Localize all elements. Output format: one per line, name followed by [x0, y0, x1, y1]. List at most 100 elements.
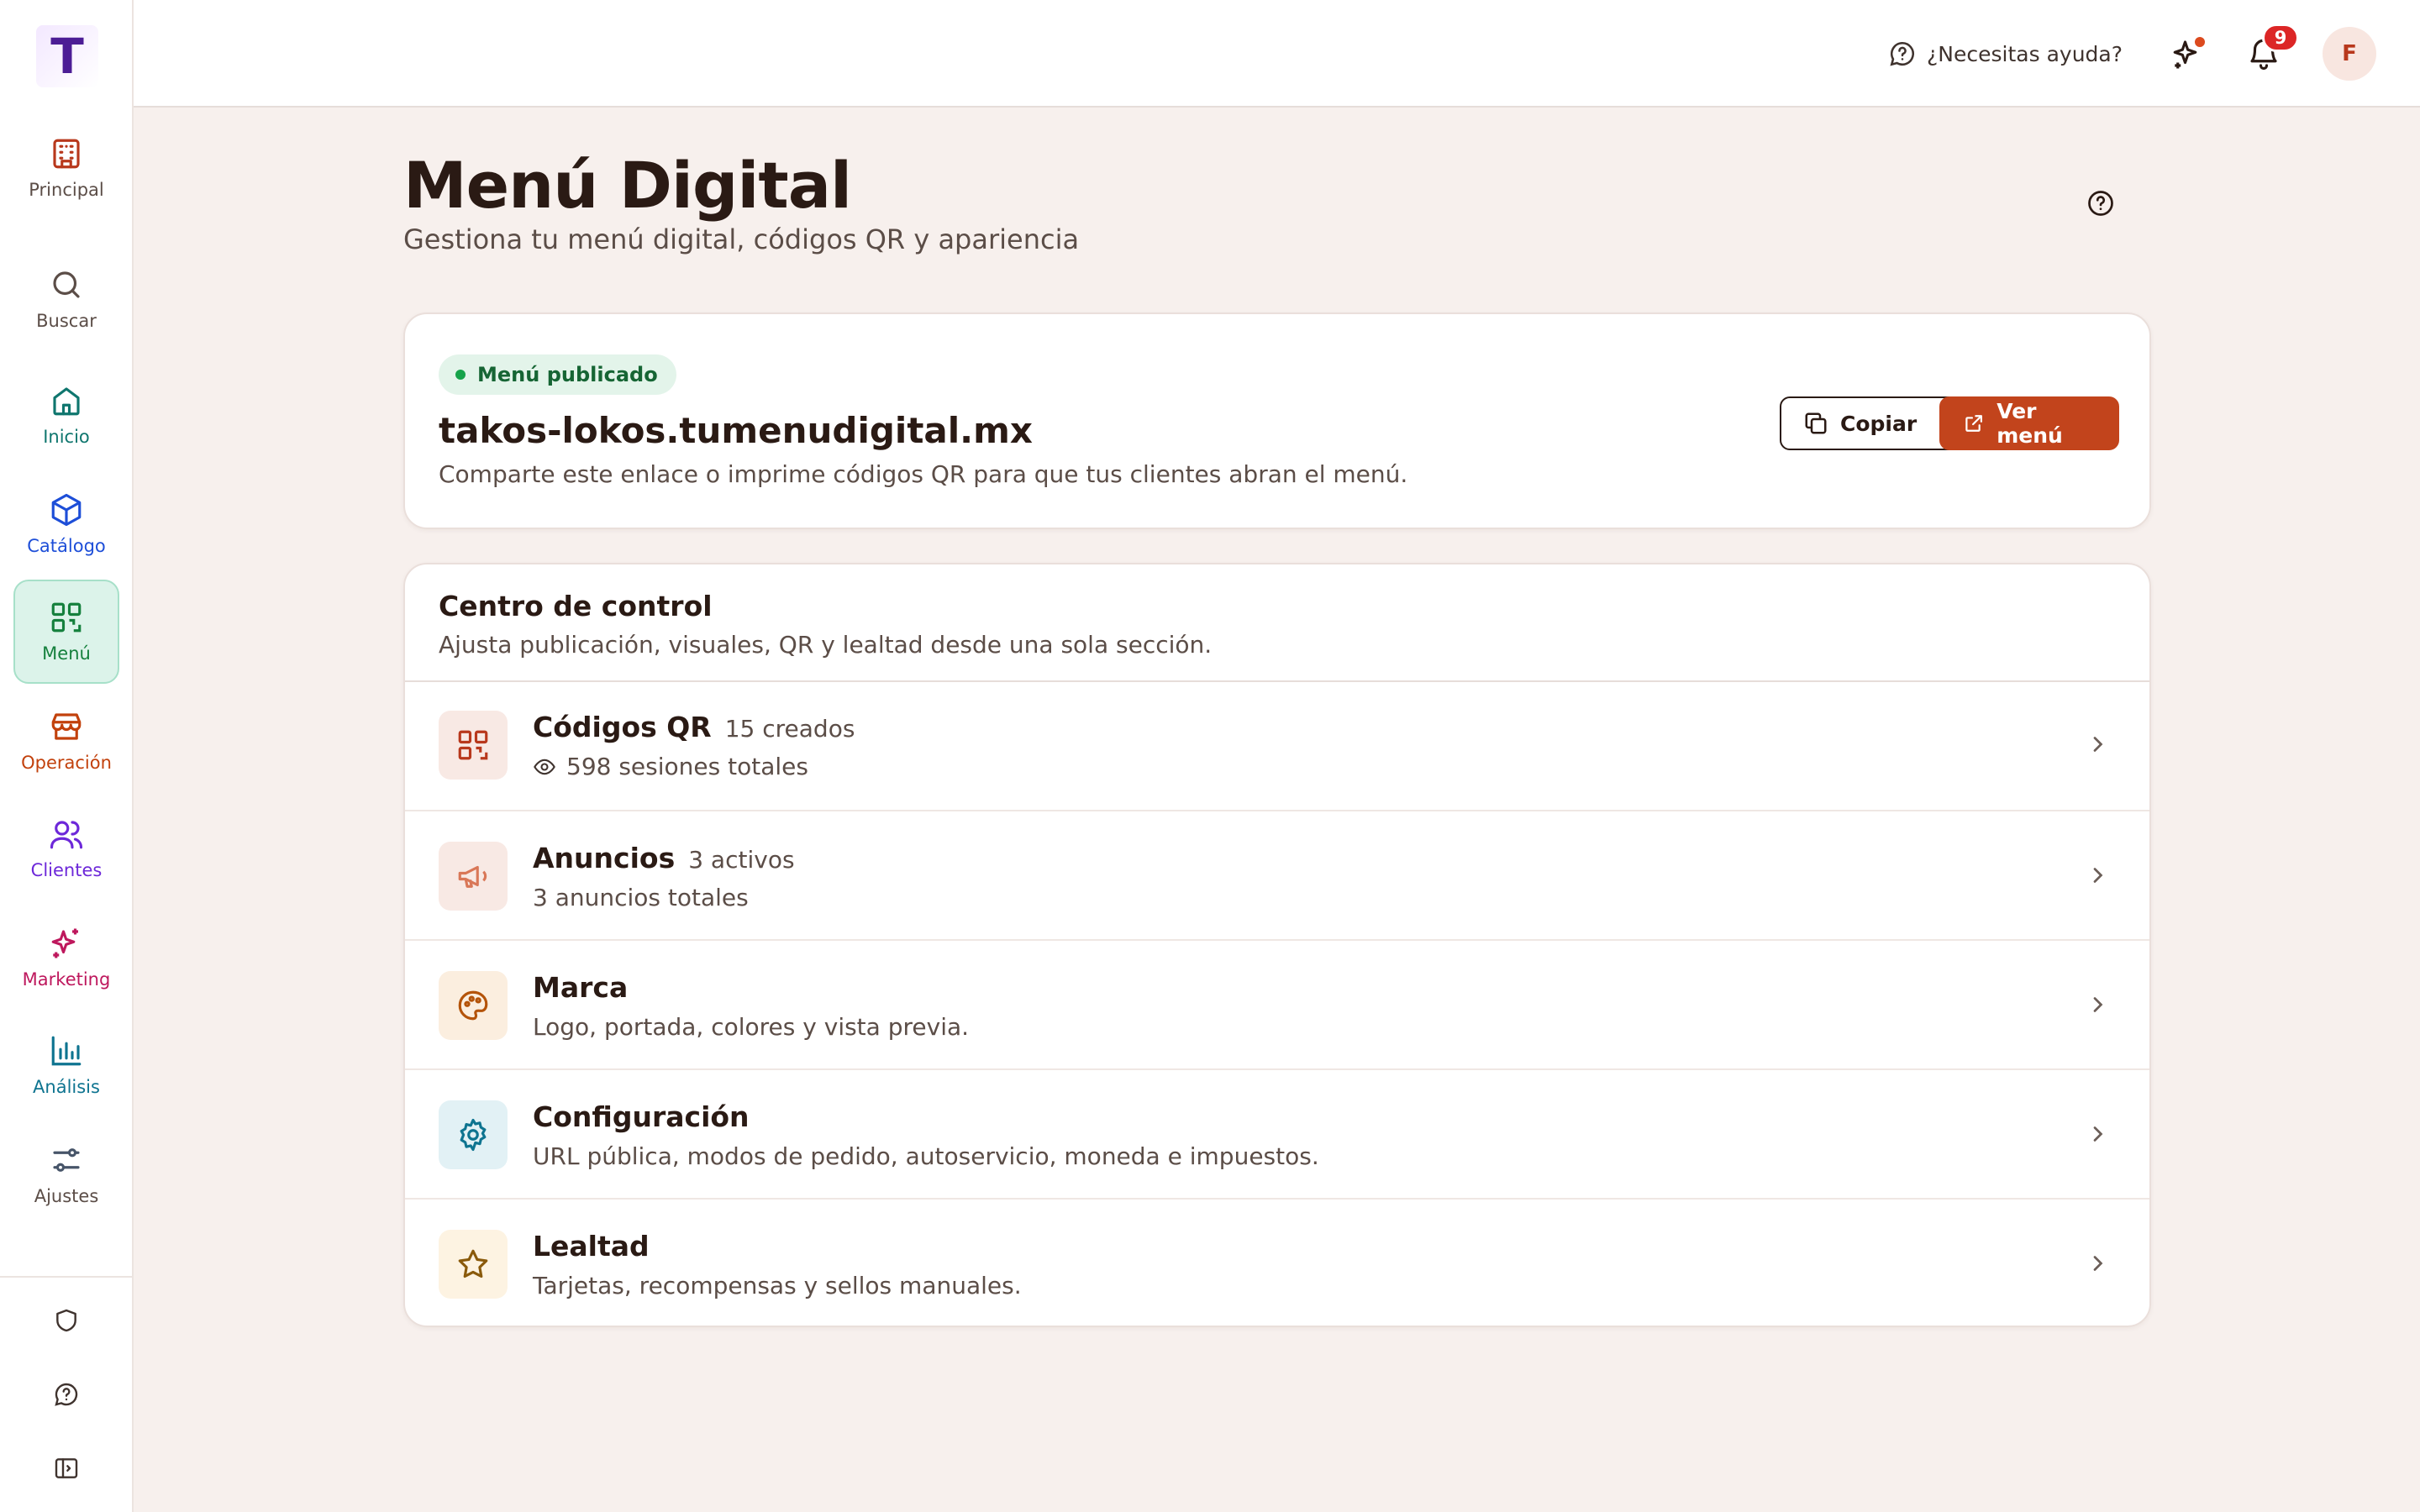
chevron-right-icon [2082, 860, 2112, 890]
box-icon [51, 493, 82, 527]
copy-icon [1805, 412, 1827, 434]
sidebar-item-label: Buscar [36, 311, 97, 331]
top-bar: ¿Necesitas ayuda? 9 F [134, 0, 2420, 108]
row-subtitle-text: Logo, portada, colores y vista previa. [533, 1013, 970, 1041]
published-menu-card: Menú publicado takos-lokos.tumenudigital… [403, 312, 2151, 529]
row-subtitle-text: URL pública, modos de pedido, autoservic… [533, 1142, 1319, 1170]
help-label: ¿Necesitas ayuda? [1927, 41, 2123, 66]
status-dot [455, 370, 466, 380]
question-circle-icon [2088, 191, 2113, 216]
menu-url-description: Comparte este enlace o imprime códigos Q… [439, 460, 1408, 488]
sidebar-item-label: Menú [42, 643, 91, 664]
security-button[interactable] [45, 1299, 87, 1341]
sidebar-item-operacion[interactable]: Operación [13, 689, 119, 793]
control-row-loyalty[interactable]: Lealtad Tarjetas, recompensas y sellos m… [405, 1198, 2149, 1326]
row-title-line: Configuración [533, 1100, 750, 1133]
store-icon [51, 713, 82, 740]
support-button[interactable] [45, 1373, 87, 1415]
menu-url: takos-lokos.tumenudigital.mx [439, 410, 1033, 451]
row-title-line: Códigos QR 15 creados [533, 711, 855, 743]
new-indicator-dot [2193, 35, 2207, 49]
control-center-title: Centro de control [439, 590, 713, 622]
control-row-announcements[interactable]: Anuncios 3 activos 3 anuncios totales [405, 810, 2149, 939]
page-subtitle: Gestiona tu menú digital, códigos QR y a… [403, 223, 1080, 255]
status-badge: Menú publicado [439, 354, 676, 395]
sidebar-item-inicio[interactable]: Inicio [13, 363, 119, 467]
star-icon [458, 1249, 488, 1278]
collapse-sidebar-icon [55, 1458, 78, 1478]
sidebar-item-menu[interactable]: Menú [13, 580, 119, 684]
row-title: Códigos QR [533, 711, 712, 743]
sidebar-item-label: Clientes [30, 860, 103, 880]
row-title-line: Marca [533, 971, 628, 1004]
control-row-qr-codes[interactable]: Códigos QR 15 creados 598 sesiones total… [405, 680, 2149, 810]
gear-icon [460, 1118, 487, 1152]
row-subtitle-text: 598 sesiones totales [566, 753, 808, 780]
row-subtitle: 3 anuncios totales [533, 884, 749, 911]
sidebar-item-label: Catálogo [27, 536, 106, 556]
building-icon [53, 139, 80, 169]
sidebar-item-marketing[interactable]: Marketing [13, 906, 119, 1010]
row-title: Configuración [533, 1100, 750, 1133]
sidebar-item-label: Ajustes [34, 1186, 99, 1206]
collapse-sidebar-button[interactable] [45, 1447, 87, 1489]
row-subtitle: 598 sesiones totales [533, 753, 808, 780]
external-link-icon [1965, 415, 1982, 432]
row-title-line: Anuncios 3 activos [533, 842, 795, 874]
chevron-right-icon [2082, 729, 2112, 759]
sidebar-item-buscar[interactable]: Buscar [13, 247, 119, 351]
control-center-header: Centro de control Ajusta publicación, vi… [439, 590, 1212, 659]
row-icon-box [439, 842, 508, 911]
copy-button-label: Copiar [1840, 411, 1918, 436]
view-menu-button[interactable]: Ver menú [1939, 396, 2119, 450]
notifications-button[interactable]: 9 [2242, 24, 2299, 76]
row-title: Anuncios [533, 842, 676, 874]
help-chat-icon [55, 1383, 78, 1406]
help-chat-icon [1890, 41, 1915, 66]
row-title: Lealtad [533, 1230, 650, 1263]
sidebar-item-clientes[interactable]: Clientes [13, 796, 119, 900]
row-subtitle: Logo, portada, colores y vista previa. [533, 1013, 969, 1041]
sidebar-item-analisis[interactable]: Análisis [13, 1013, 119, 1117]
control-row-settings[interactable]: Configuración URL pública, modos de pedi… [405, 1068, 2149, 1198]
row-icon-box [439, 971, 508, 1040]
eye-icon [534, 759, 555, 774]
search-icon [53, 271, 80, 298]
chevron-right-icon [2082, 1119, 2112, 1149]
row-icon-box [439, 1100, 508, 1169]
row-title-line: Lealtad [533, 1230, 650, 1263]
control-row-brand[interactable]: Marca Logo, portada, colores y vista pre… [405, 939, 2149, 1068]
row-meta: 15 creados [724, 715, 855, 743]
row-subtitle-text: 3 anuncios totales [533, 884, 749, 911]
palette-icon [458, 990, 488, 1021]
sidebar-item-ajustes[interactable]: Ajustes [13, 1122, 119, 1226]
chevron-right-icon [2082, 1248, 2112, 1278]
control-center-subtitle: Ajusta publicación, visuales, QR y lealt… [439, 631, 1213, 659]
sidebar-item-principal[interactable]: Principal [13, 116, 119, 220]
help-link[interactable]: ¿Necesitas ayuda? [1888, 35, 2123, 72]
row-subtitle: Tarjetas, recompensas y sellos manuales. [533, 1272, 1022, 1299]
page-help-button[interactable] [2086, 188, 2119, 222]
users-icon [50, 821, 83, 849]
row-meta: 3 activos [688, 846, 795, 874]
row-subtitle: URL pública, modos de pedido, autoservic… [533, 1142, 1319, 1170]
qr-code-icon [51, 602, 82, 633]
user-avatar[interactable]: F [2323, 27, 2376, 81]
sidebar-item-label: Operación [21, 753, 112, 773]
home-icon [53, 387, 80, 416]
sidebar-item-catalogo[interactable]: Catálogo [13, 472, 119, 576]
qr-code-icon [458, 730, 488, 760]
control-center-card: Centro de control Ajusta publicación, vi… [403, 563, 2151, 1327]
row-icon-box [439, 1230, 508, 1299]
ai-assistant-button[interactable] [2166, 32, 2210, 76]
bar-chart-icon [51, 1036, 82, 1066]
page-title: Menú Digital [403, 148, 852, 223]
view-button-label: Ver menú [1996, 399, 2063, 448]
notification-count-badge: 9 [2262, 24, 2299, 52]
sidebar: T Principal Buscar Inicio Catálogo Menú … [0, 0, 134, 1512]
app-logo[interactable]: T [36, 25, 98, 87]
sliders-icon [53, 1148, 80, 1172]
megaphone-icon [458, 865, 487, 888]
status-label: Menú publicado [477, 363, 658, 386]
sidebar-divider [0, 1276, 132, 1278]
